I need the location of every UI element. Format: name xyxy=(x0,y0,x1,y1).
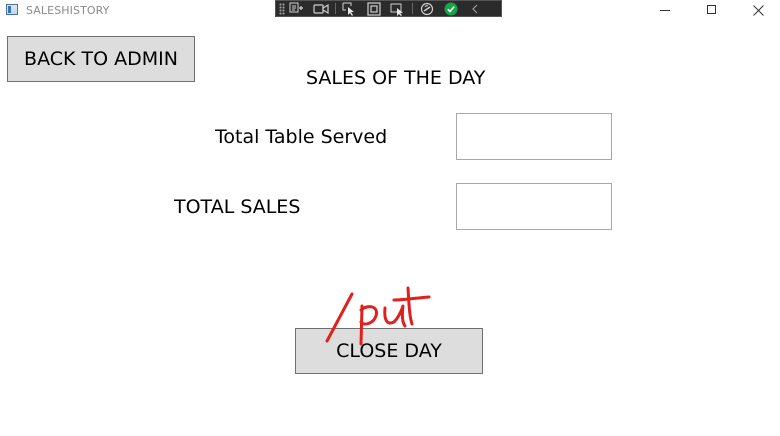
window-title: SALESHISTORY xyxy=(26,4,110,17)
minimize-button[interactable] xyxy=(643,0,689,22)
total-sales-label: TOTAL SALES xyxy=(174,196,301,218)
close-day-button[interactable]: CLOSE DAY xyxy=(295,328,483,374)
app-icon xyxy=(6,4,18,15)
total-tables-label: Total Table Served xyxy=(215,126,388,148)
track-focus-icon[interactable] xyxy=(386,1,410,16)
hot-reload-ok-icon[interactable] xyxy=(439,1,463,16)
visual-tree-icon[interactable] xyxy=(285,1,309,16)
close-window-button[interactable] xyxy=(735,0,780,22)
select-element-icon[interactable] xyxy=(338,1,362,16)
total-sales-field[interactable] xyxy=(456,183,612,230)
debug-toolbar xyxy=(275,0,502,17)
close-icon xyxy=(753,5,764,16)
back-to-admin-button[interactable]: BACK TO ADMIN xyxy=(7,36,195,82)
collapse-icon[interactable] xyxy=(463,1,487,16)
toolbar-separator xyxy=(412,3,413,14)
record-icon[interactable] xyxy=(309,1,333,16)
total-tables-field[interactable] xyxy=(456,113,612,160)
page-title: SALES OF THE DAY xyxy=(306,67,486,89)
maximize-button[interactable] xyxy=(689,0,735,22)
binding-failures-icon[interactable] xyxy=(415,1,439,16)
adorner-icon[interactable] xyxy=(362,1,386,16)
toolbar-separator xyxy=(335,3,336,14)
